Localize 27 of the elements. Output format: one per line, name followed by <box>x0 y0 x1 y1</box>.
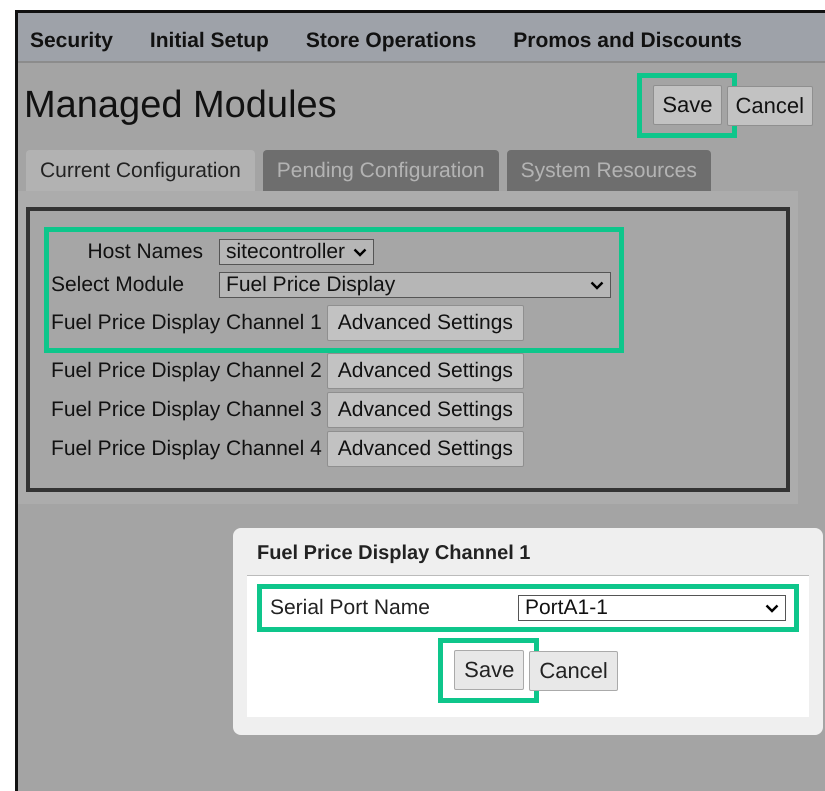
channel-label: Fuel Price Display Channel 4 <box>51 437 322 461</box>
tab[interactable]: Current Configuration <box>26 150 255 191</box>
menu-item[interactable]: Initial Setup <box>150 29 269 53</box>
menu-item[interactable]: Store Operations <box>306 29 476 53</box>
field-label: Serial Port Name <box>270 596 430 620</box>
channel-label: Fuel Price Display Channel 2 <box>51 359 322 383</box>
chevron-icon <box>590 280 604 290</box>
menu-item[interactable]: Promos and Discounts <box>513 29 742 53</box>
page-title: Managed Modules <box>24 84 337 127</box>
channel-label: Fuel Price Display Channel 3 <box>51 398 322 422</box>
chevron-icon <box>353 248 368 256</box>
advanced-settings-button[interactable]: Advanced Settings <box>326 431 524 467</box>
select-field[interactable]: sitecontroller <box>219 239 374 265</box>
header-button[interactable]: Cancel <box>726 86 813 126</box>
field-label: Host Names <box>86 240 204 264</box>
field-label: Select Module <box>51 273 186 297</box>
advanced-settings-button[interactable]: Advanced Settings <box>326 305 524 341</box>
select-field[interactable]: PortA1-1 <box>518 595 786 621</box>
select-field[interactable]: Fuel Price Display <box>219 272 611 298</box>
chevron-icon <box>765 604 779 612</box>
save-button[interactable]: Save <box>454 650 524 690</box>
save-button[interactable]: Save <box>653 85 722 125</box>
advanced-settings-button[interactable]: Advanced Settings <box>326 353 524 389</box>
dialog-button[interactable]: Cancel <box>529 650 618 690</box>
channel-label: Fuel Price Display Channel 1 <box>51 311 322 335</box>
advanced-settings-button[interactable]: Advanced Settings <box>326 392 524 428</box>
menu-item[interactable]: Security <box>30 29 113 53</box>
